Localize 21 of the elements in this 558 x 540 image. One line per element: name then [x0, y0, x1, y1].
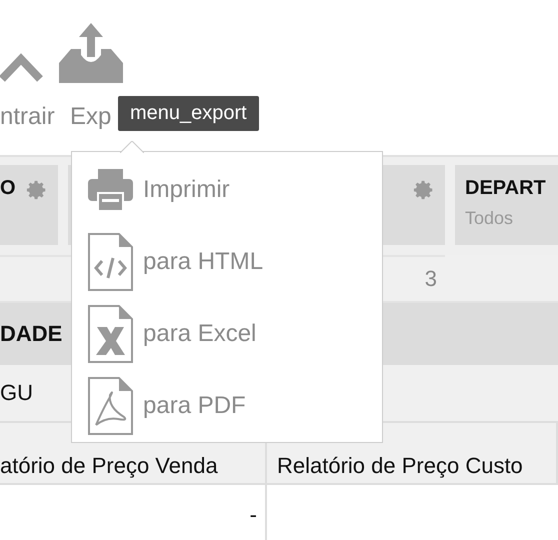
menu-item[interactable]: Imprimir: [88, 162, 382, 218]
printer-icon: [88, 169, 133, 211]
tooltip: menu_export: [118, 96, 259, 131]
pdf-file-icon: [88, 377, 133, 435]
code-file-icon: [88, 233, 133, 291]
spreadsheet-file-icon: [88, 305, 133, 363]
chevron-up-icon[interactable]: [0, 51, 44, 83]
group-header: DADE: [0, 321, 62, 347]
filter-label: DEPART: [465, 177, 546, 200]
toolbar-label[interactable]: Exp: [70, 105, 112, 129]
settings-icon[interactable]: [413, 179, 435, 201]
toolbar-label[interactable]: ntrair: [0, 105, 55, 129]
filter-label: O: [0, 177, 16, 200]
export-icon[interactable]: [58, 23, 123, 83]
menu-item[interactable]: para HTML: [88, 234, 382, 290]
count-text: 3: [424, 266, 437, 292]
filter-value[interactable]: Todos: [465, 208, 548, 229]
group-value: GU: [0, 380, 33, 406]
settings-icon[interactable]: [26, 179, 48, 201]
menu-item[interactable]: para Excel: [88, 306, 382, 362]
table-cell: -: [0, 485, 267, 540]
